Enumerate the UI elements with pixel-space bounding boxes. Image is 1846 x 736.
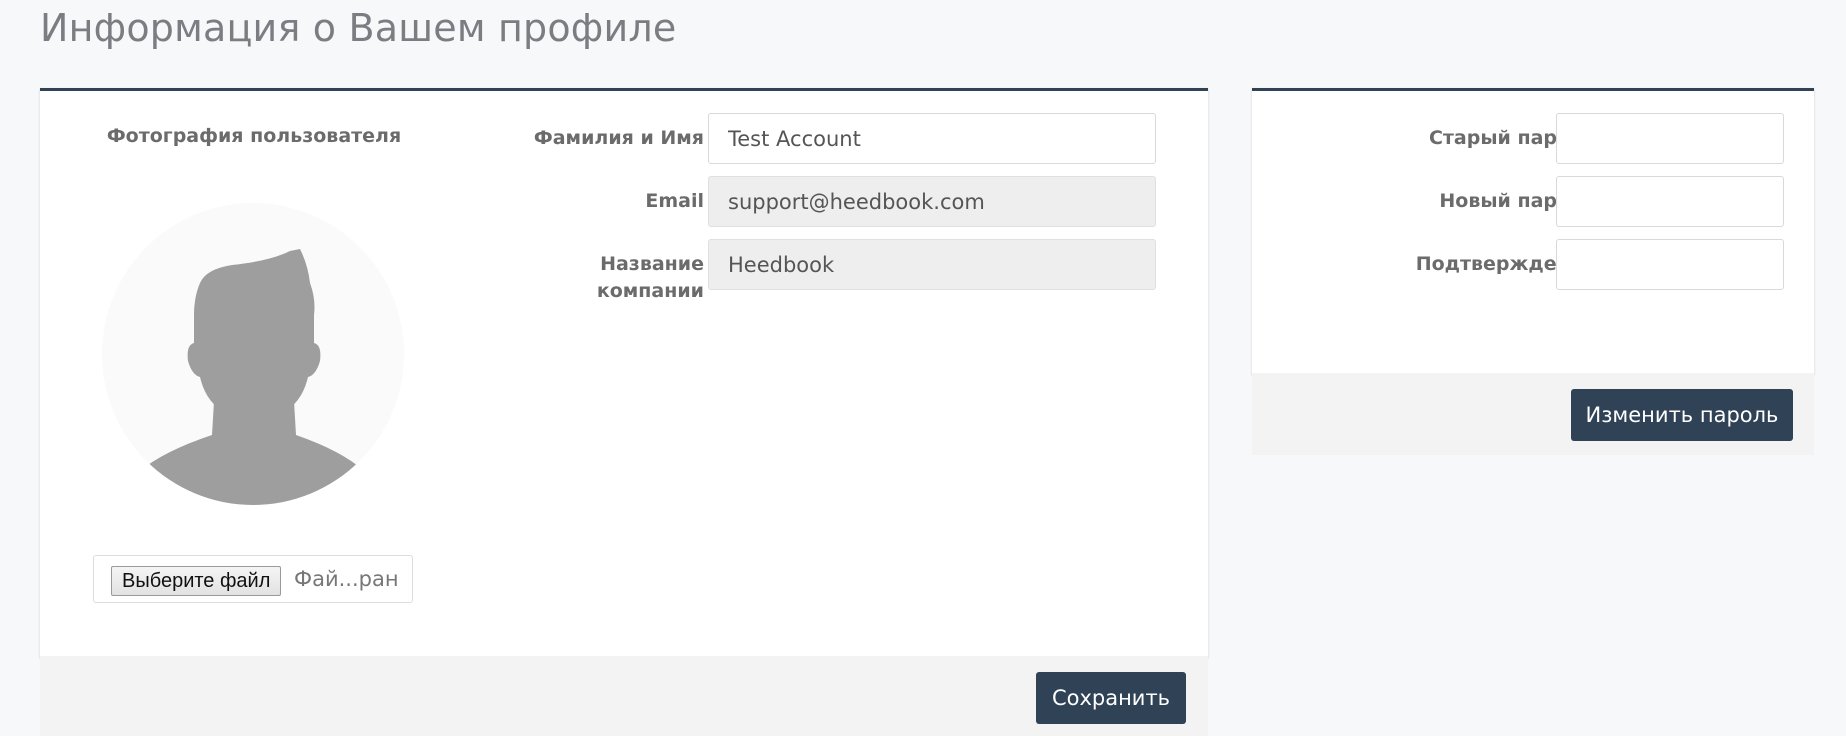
- password-footer: Изменить пароль: [1252, 373, 1814, 455]
- save-button[interactable]: Сохранить: [1036, 672, 1186, 724]
- full-name-input[interactable]: [708, 113, 1156, 164]
- photo-label: Фотография пользователя: [106, 125, 402, 147]
- new-password-input[interactable]: [1556, 176, 1784, 227]
- password-card: Старый пароль Новый пароль Подтверждение: [1252, 88, 1814, 375]
- confirm-password-input[interactable]: [1556, 239, 1784, 290]
- full-name-label: Фамилия и Имя: [533, 127, 704, 149]
- email-input[interactable]: [708, 176, 1156, 227]
- choose-file-button[interactable]: Выберите файл: [111, 566, 282, 596]
- user-avatar-icon: [102, 203, 404, 505]
- profile-card: Фотография пользователя Выберите файл Фа…: [40, 88, 1208, 658]
- file-status: Фай...ран: [294, 567, 399, 591]
- company-name-label: Название компании: [596, 253, 704, 302]
- page-title: Информация о Вашем профиле: [40, 6, 677, 50]
- change-password-button[interactable]: Изменить пароль: [1571, 389, 1793, 441]
- file-upload[interactable]: Выберите файл Фай...ран: [93, 555, 413, 603]
- company-name-input[interactable]: [708, 239, 1156, 290]
- profile-footer: Сохранить: [40, 656, 1208, 736]
- email-label: Email: [645, 190, 704, 212]
- old-password-input[interactable]: [1556, 113, 1784, 164]
